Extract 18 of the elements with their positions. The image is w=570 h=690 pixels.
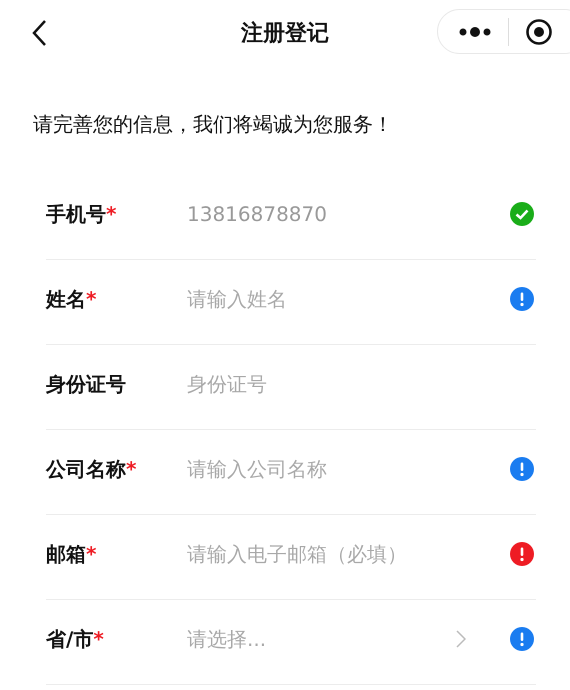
- input-field[interactable]: 13816878870: [187, 202, 508, 226]
- select-field[interactable]: 请选择...: [187, 626, 508, 652]
- input-field[interactable]: 请输入电子邮箱（必填）: [187, 542, 508, 566]
- field-label: 身份证号: [46, 370, 127, 398]
- field-label: 邮箱*: [46, 540, 98, 568]
- chevron-icon: [456, 630, 466, 648]
- field-label: 手机号*: [46, 200, 118, 228]
- page-title: 注册登记: [241, 20, 329, 48]
- input-field[interactable]: 身份证号: [187, 372, 508, 396]
- back-icon[interactable]: [31, 19, 47, 47]
- close-target-icon[interactable]: [525, 18, 553, 46]
- input-field[interactable]: 请输入公司名称: [187, 457, 508, 481]
- field-label: 省/市*: [46, 626, 105, 652]
- intro-text: 请完善您的信息，我们将竭诚为您服务！: [33, 111, 394, 138]
- field-label: 公司名称*: [46, 456, 138, 482]
- input-field[interactable]: 请输入姓名: [187, 287, 508, 311]
- more-icon[interactable]: [458, 26, 492, 38]
- field-label: 姓名*: [46, 286, 98, 312]
